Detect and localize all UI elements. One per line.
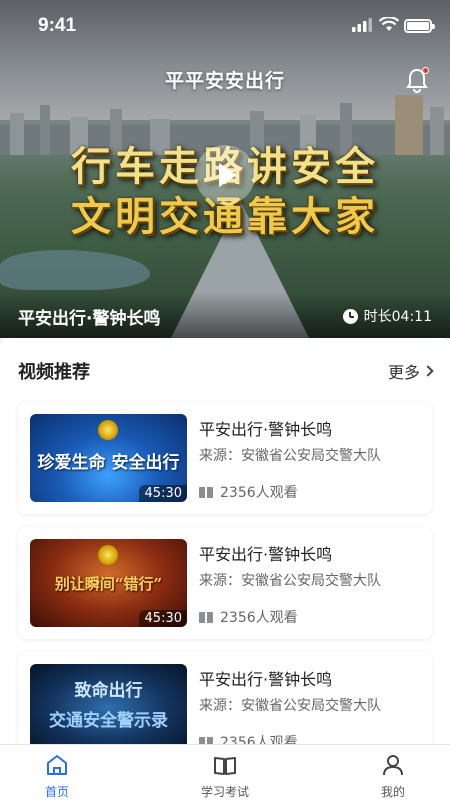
- signal-icon: [352, 18, 372, 32]
- police-emblem-icon: [98, 545, 118, 565]
- status-bar: 9:41: [0, 0, 450, 52]
- thumbnail-text: 别让瞬间“错行”: [54, 575, 163, 593]
- police-emblem-icon: [98, 420, 118, 440]
- battery-icon: [404, 19, 435, 33]
- book-icon: [199, 611, 213, 623]
- recommended-section: 视频推荐 更多 珍爱生命 安全出行 45:30 平安出行·警钟长鸣 来源：安徽省…: [0, 338, 450, 764]
- hero-caption: 平安出行·警钟长鸣: [18, 309, 161, 329]
- clock-icon: [342, 308, 358, 324]
- notification-dot: [422, 67, 429, 74]
- status-time: 9:41: [38, 15, 77, 36]
- video-source: 来源：安徽省公安局交警大队: [199, 573, 381, 589]
- video-duration: 45:30: [138, 610, 187, 627]
- home-icon: [47, 755, 67, 775]
- thumbnail-text-line1: 致命出行: [74, 681, 143, 701]
- hero-info-bar: 平安出行·警钟长鸣 时长04:11: [0, 292, 450, 338]
- play-icon[interactable]: [195, 145, 255, 205]
- river: [0, 250, 150, 290]
- chevron-right-icon: [422, 365, 434, 377]
- bottom-tab-bar: 首页 学习考试 我的: [0, 744, 450, 800]
- video-card[interactable]: 珍爱生命 安全出行 45:30 平安出行·警钟长鸣 来源：安徽省公安局交警大队 …: [18, 402, 432, 514]
- section-header: 视频推荐 更多: [18, 358, 434, 383]
- video-views: 2356人观看: [199, 482, 298, 502]
- tab-study[interactable]: 学习考试: [185, 751, 265, 799]
- thumbnail-text-line2: 交通安全警示录: [49, 711, 168, 731]
- video-views-text: 2356人观看: [220, 485, 298, 501]
- tab-mine-label: 我的: [380, 785, 405, 799]
- tab-mine[interactable]: 我的: [353, 751, 433, 799]
- video-title: 平安出行·警钟长鸣: [199, 670, 333, 689]
- video-thumbnail[interactable]: 别让瞬间“错行” 45:30: [30, 539, 187, 627]
- wifi-icon: [379, 17, 399, 31]
- video-duration: 45:30: [138, 485, 187, 502]
- video-thumbnail[interactable]: 致命出行 交通安全警示录: [30, 664, 187, 752]
- more-label: 更多: [387, 363, 420, 382]
- more-link[interactable]: 更多: [387, 359, 434, 383]
- hero-duration-text: 时长04:11: [363, 309, 432, 325]
- video-views: 2356人观看: [199, 607, 298, 627]
- video-source: 来源：安徽省公安局交警大队: [199, 448, 381, 464]
- hero-duration: 时长04:11: [342, 306, 432, 326]
- section-title: 视频推荐: [18, 362, 90, 383]
- tab-study-label: 学习考试: [200, 785, 249, 799]
- open-book-icon: [214, 757, 236, 775]
- app-title: 平平安安出行: [164, 70, 285, 92]
- book-icon: [199, 486, 213, 498]
- tab-home[interactable]: 首页: [17, 751, 97, 799]
- bell-icon[interactable]: [405, 67, 429, 93]
- video-card[interactable]: 别让瞬间“错行” 45:30 平安出行·警钟长鸣 来源：安徽省公安局交警大队 2…: [18, 527, 432, 639]
- thumbnail-text: 珍爱生命 安全出行: [37, 453, 180, 473]
- video-title: 平安出行·警钟长鸣: [199, 420, 333, 439]
- person-icon: [383, 755, 403, 776]
- tab-home-label: 首页: [44, 785, 69, 799]
- video-title: 平安出行·警钟长鸣: [199, 545, 333, 564]
- video-views-text: 2356人观看: [220, 610, 298, 626]
- video-thumbnail[interactable]: 珍爱生命 安全出行 45:30: [30, 414, 187, 502]
- video-source: 来源：安徽省公安局交警大队: [199, 698, 381, 714]
